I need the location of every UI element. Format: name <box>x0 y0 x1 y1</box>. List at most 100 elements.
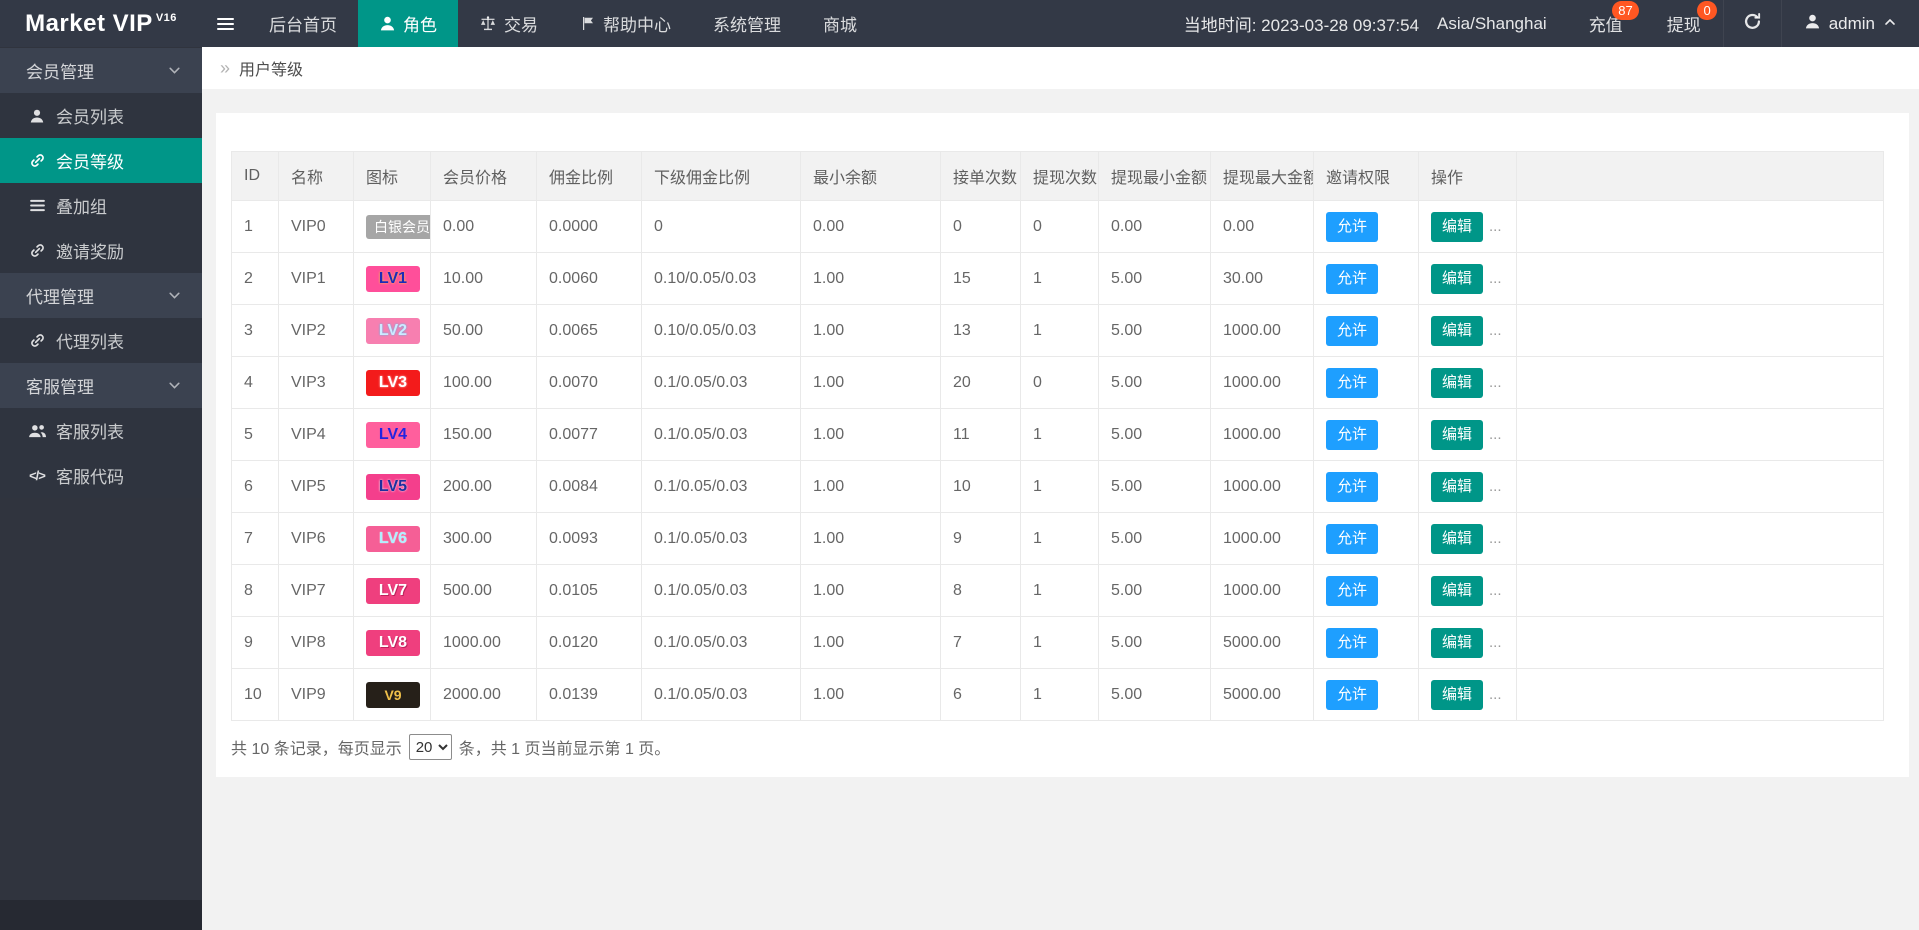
sidebar-item[interactable]: 会员等级 <box>0 138 202 183</box>
cell-commission: 0.0139 <box>537 669 642 721</box>
page-size-select[interactable]: 20 <box>409 734 452 760</box>
sidebar-item-label: 客服列表 <box>56 418 124 443</box>
cell-invite: 允许 <box>1314 565 1419 617</box>
more-actions-button[interactable]: ... <box>1489 582 1502 599</box>
column-header: 操作 <box>1419 152 1517 201</box>
cell-price: 2000.00 <box>431 669 537 721</box>
allow-button[interactable]: 允许 <box>1326 628 1378 658</box>
sidebar-item[interactable]: 代理列表 <box>0 318 202 363</box>
edit-button[interactable]: 编辑 <box>1431 524 1483 554</box>
cell-op: 编辑... <box>1419 201 1517 253</box>
cell-id: 7 <box>232 513 279 565</box>
more-actions-button[interactable]: ... <box>1489 530 1502 547</box>
sidebar-item[interactable]: </>客服代码 <box>0 453 202 498</box>
allow-button[interactable]: 允许 <box>1326 420 1378 450</box>
cell-sub-commission: 0.1/0.05/0.03 <box>642 565 801 617</box>
nav-item-roles[interactable]: 角色 <box>358 0 458 47</box>
edit-button[interactable]: 编辑 <box>1431 472 1483 502</box>
more-actions-button[interactable]: ... <box>1489 218 1502 235</box>
allow-button[interactable]: 允许 <box>1326 576 1378 606</box>
cell-withdraw-max: 1000.00 <box>1211 565 1314 617</box>
more-actions-button[interactable]: ... <box>1489 634 1502 651</box>
more-actions-button[interactable]: ... <box>1489 478 1502 495</box>
brand-version: V16 <box>156 12 177 24</box>
more-actions-button[interactable]: ... <box>1489 426 1502 443</box>
cell-name: VIP4 <box>279 409 354 461</box>
sidebar-group-header[interactable]: 客服管理 <box>0 363 202 408</box>
nav-item-label: 后台首页 <box>269 11 337 36</box>
chevron-up-icon <box>1883 14 1897 34</box>
column-header: 名称 <box>279 152 354 201</box>
table-header-row: ID名称图标会员价格佣金比例下级佣金比例最小余额接单次数提现次数提现最小金额提现… <box>232 152 1884 201</box>
sidebar: 会员管理会员列表会员等级叠加组邀请奖励代理管理代理列表客服管理客服列表 </>客服… <box>0 47 202 930</box>
recharge-button[interactable]: 充值 87 <box>1567 0 1645 47</box>
refresh-button[interactable] <box>1723 0 1781 47</box>
column-header: 提现最小金额 <box>1099 152 1211 201</box>
nav-item-mall[interactable]: 商城 <box>802 0 878 47</box>
allow-button[interactable]: 允许 <box>1326 264 1378 294</box>
cell-price: 50.00 <box>431 305 537 357</box>
nav-item-trade[interactable]: 交易 <box>458 0 559 47</box>
cell-withdraw-count: 1 <box>1021 565 1099 617</box>
nav-item-dashboard[interactable]: 后台首页 <box>248 0 358 47</box>
cell-invite: 允许 <box>1314 253 1419 305</box>
allow-button[interactable]: 允许 <box>1326 212 1378 242</box>
chevron-down-icon <box>167 378 182 393</box>
nav-item-system[interactable]: 系统管理 <box>692 0 802 47</box>
edit-button[interactable]: 编辑 <box>1431 420 1483 450</box>
cell-commission: 0.0077 <box>537 409 642 461</box>
edit-button[interactable]: 编辑 <box>1431 368 1483 398</box>
edit-button[interactable]: 编辑 <box>1431 576 1483 606</box>
cell-id: 10 <box>232 669 279 721</box>
sidebar-item[interactable]: 会员列表 <box>0 93 202 138</box>
cell-withdraw-max: 30.00 <box>1211 253 1314 305</box>
withdraw-button[interactable]: 提现 0 <box>1645 0 1723 47</box>
nav-item-help[interactable]: 帮助中心 <box>559 0 692 47</box>
sidebar-group-header[interactable]: 会员管理 <box>0 48 202 93</box>
cell-withdraw-min: 5.00 <box>1099 409 1211 461</box>
more-actions-button[interactable]: ... <box>1489 374 1502 391</box>
cell-name: VIP0 <box>279 201 354 253</box>
allow-button[interactable]: 允许 <box>1326 368 1378 398</box>
link-icon <box>27 152 47 169</box>
level-badge: LV5 <box>366 474 420 500</box>
edit-button[interactable]: 编辑 <box>1431 680 1483 710</box>
cell-commission: 0.0065 <box>537 305 642 357</box>
user-icon <box>1804 13 1821 35</box>
sidebar-item[interactable]: 客服列表 <box>0 408 202 453</box>
more-actions-button[interactable]: ... <box>1489 686 1502 703</box>
edit-button[interactable]: 编辑 <box>1431 264 1483 294</box>
cell-withdraw-min: 0.00 <box>1099 201 1211 253</box>
sidebar-item-label: 会员列表 <box>56 103 124 128</box>
cell-name: VIP1 <box>279 253 354 305</box>
edit-button[interactable]: 编辑 <box>1431 316 1483 346</box>
allow-button[interactable]: 允许 <box>1326 680 1378 710</box>
allow-button[interactable]: 允许 <box>1326 316 1378 346</box>
cell-min-balance: 0.00 <box>801 201 941 253</box>
cell-min-balance: 1.00 <box>801 617 941 669</box>
chevron-down-icon <box>167 63 182 78</box>
cell-op: 编辑... <box>1419 669 1517 721</box>
more-actions-button[interactable]: ... <box>1489 322 1502 339</box>
cell-withdraw-count: 1 <box>1021 461 1099 513</box>
column-header: 最小余额 <box>801 152 941 201</box>
nav-item-label: 商城 <box>823 11 857 36</box>
sidebar-item[interactable]: 叠加组 <box>0 183 202 228</box>
sidebar-group-header[interactable]: 代理管理 <box>0 273 202 318</box>
scales-icon <box>479 15 497 32</box>
allow-button[interactable]: 允许 <box>1326 524 1378 554</box>
cell-id: 5 <box>232 409 279 461</box>
sidebar-toggle-button[interactable] <box>202 0 248 47</box>
more-actions-button[interactable]: ... <box>1489 270 1502 287</box>
cell-sub-commission: 0 <box>642 201 801 253</box>
allow-button[interactable]: 允许 <box>1326 472 1378 502</box>
admin-user-menu[interactable]: admin <box>1781 0 1919 47</box>
cell-name: VIP6 <box>279 513 354 565</box>
table-row: 10VIP9V92000.000.01390.1/0.05/0.031.0061… <box>232 669 1884 721</box>
edit-button[interactable]: 编辑 <box>1431 212 1483 242</box>
table-row: 9VIP8LV81000.000.01200.1/0.05/0.031.0071… <box>232 617 1884 669</box>
cell-op: 编辑... <box>1419 565 1517 617</box>
edit-button[interactable]: 编辑 <box>1431 628 1483 658</box>
sidebar-item[interactable]: 邀请奖励 <box>0 228 202 273</box>
cell-commission: 0.0070 <box>537 357 642 409</box>
